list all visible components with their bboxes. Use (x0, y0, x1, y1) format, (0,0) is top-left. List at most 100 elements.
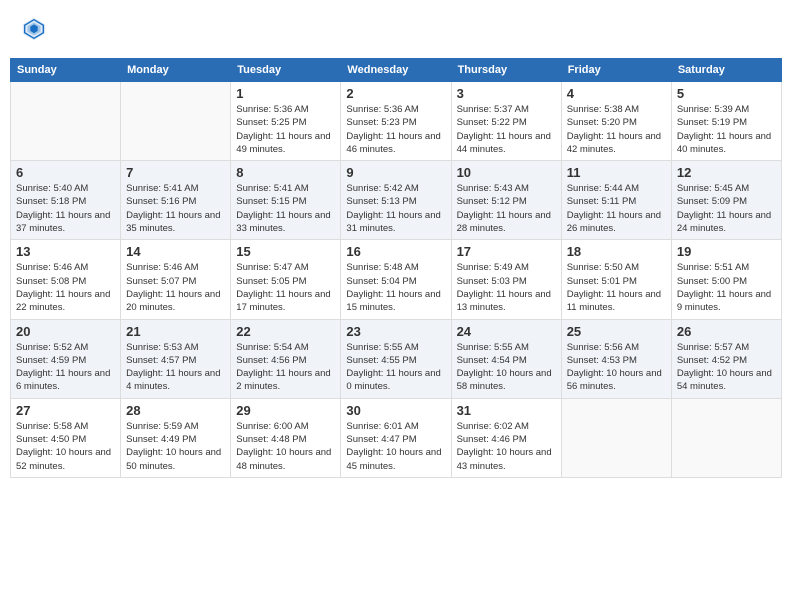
day-info: Sunrise: 5:41 AM Sunset: 5:15 PM Dayligh… (236, 182, 335, 235)
calendar-cell: 28 Sunrise: 5:59 AM Sunset: 4:49 PM Dayli… (121, 398, 231, 477)
day-info: Sunrise: 5:42 AM Sunset: 5:13 PM Dayligh… (346, 182, 445, 235)
day-info: Sunrise: 5:48 AM Sunset: 5:04 PM Dayligh… (346, 261, 445, 314)
day-info: Sunrise: 5:53 AM Sunset: 4:57 PM Dayligh… (126, 341, 225, 394)
calendar-cell: 13 Sunrise: 5:46 AM Sunset: 5:08 PM Dayli… (11, 240, 121, 319)
day-number: 9 (346, 165, 445, 180)
day-info: Sunrise: 5:55 AM Sunset: 4:54 PM Dayligh… (457, 341, 556, 394)
day-number: 24 (457, 324, 556, 339)
day-info: Sunrise: 5:41 AM Sunset: 5:16 PM Dayligh… (126, 182, 225, 235)
calendar-cell: 8 Sunrise: 5:41 AM Sunset: 5:15 PM Daylig… (231, 161, 341, 240)
day-info: Sunrise: 5:49 AM Sunset: 5:03 PM Dayligh… (457, 261, 556, 314)
calendar-cell: 18 Sunrise: 5:50 AM Sunset: 5:01 PM Dayli… (561, 240, 671, 319)
day-info: Sunrise: 5:51 AM Sunset: 5:00 PM Dayligh… (677, 261, 776, 314)
day-info: Sunrise: 5:50 AM Sunset: 5:01 PM Dayligh… (567, 261, 666, 314)
day-number: 6 (16, 165, 115, 180)
calendar-cell: 25Sunrise: 5:56 AM Sunset: 4:53 PM Dayli… (561, 319, 671, 398)
calendar-cell: 7 Sunrise: 5:41 AM Sunset: 5:16 PM Daylig… (121, 161, 231, 240)
calendar-week-row: 13 Sunrise: 5:46 AM Sunset: 5:08 PM Dayli… (11, 240, 782, 319)
calendar-cell: 4 Sunrise: 5:38 AM Sunset: 5:20 PM Daylig… (561, 82, 671, 161)
calendar-cell: 30Sunrise: 6:01 AM Sunset: 4:47 PM Dayli… (341, 398, 451, 477)
calendar-cell: 24 Sunrise: 5:55 AM Sunset: 4:54 PM Dayli… (451, 319, 561, 398)
day-number: 10 (457, 165, 556, 180)
calendar-cell: 23 Sunrise: 5:55 AM Sunset: 4:55 PM Dayli… (341, 319, 451, 398)
calendar-cell: 2 Sunrise: 5:36 AM Sunset: 5:23 PM Daylig… (341, 82, 451, 161)
day-number: 28 (126, 403, 225, 418)
weekday-header: Friday (561, 59, 671, 82)
calendar-cell (11, 82, 121, 161)
calendar-week-row: 1Sunrise: 5:36 AM Sunset: 5:25 PM Daylig… (11, 82, 782, 161)
calendar-week-row: 20 Sunrise: 5:52 AM Sunset: 4:59 PM Dayli… (11, 319, 782, 398)
day-number: 11 (567, 165, 666, 180)
day-info: Sunrise: 6:02 AM Sunset: 4:46 PM Dayligh… (457, 420, 556, 473)
day-info: Sunrise: 5:45 AM Sunset: 5:09 PM Dayligh… (677, 182, 776, 235)
day-info: Sunrise: 5:57 AM Sunset: 4:52 PM Dayligh… (677, 341, 776, 394)
day-info: Sunrise: 5:47 AM Sunset: 5:05 PM Dayligh… (236, 261, 335, 314)
day-number: 22 (236, 324, 335, 339)
calendar-cell: 15 Sunrise: 5:47 AM Sunset: 5:05 PM Dayli… (231, 240, 341, 319)
day-number: 1 (236, 86, 335, 101)
calendar-cell: 10 Sunrise: 5:43 AM Sunset: 5:12 PM Dayli… (451, 161, 561, 240)
logo-icon (20, 15, 48, 43)
calendar-cell: 19Sunrise: 5:51 AM Sunset: 5:00 PM Dayli… (671, 240, 781, 319)
calendar-cell: 27Sunrise: 5:58 AM Sunset: 4:50 PM Dayli… (11, 398, 121, 477)
logo (20, 15, 50, 43)
day-number: 26 (677, 324, 776, 339)
weekday-header: Wednesday (341, 59, 451, 82)
day-number: 13 (16, 244, 115, 259)
day-info: Sunrise: 6:00 AM Sunset: 4:48 PM Dayligh… (236, 420, 335, 473)
calendar-week-row: 6 Sunrise: 5:40 AM Sunset: 5:18 PM Daylig… (11, 161, 782, 240)
day-number: 16 (346, 244, 445, 259)
calendar-cell: 14 Sunrise: 5:46 AM Sunset: 5:07 PM Dayli… (121, 240, 231, 319)
day-number: 18 (567, 244, 666, 259)
day-number: 7 (126, 165, 225, 180)
day-info: Sunrise: 5:59 AM Sunset: 4:49 PM Dayligh… (126, 420, 225, 473)
calendar-header-row: SundayMondayTuesdayWednesdayThursdayFrid… (11, 59, 782, 82)
calendar-cell (121, 82, 231, 161)
day-info: Sunrise: 5:58 AM Sunset: 4:50 PM Dayligh… (16, 420, 115, 473)
day-number: 25 (567, 324, 666, 339)
day-number: 3 (457, 86, 556, 101)
day-info: Sunrise: 5:44 AM Sunset: 5:11 PM Dayligh… (567, 182, 666, 235)
page-header (10, 10, 782, 48)
day-info: Sunrise: 5:36 AM Sunset: 5:23 PM Dayligh… (346, 103, 445, 156)
day-info: Sunrise: 5:46 AM Sunset: 5:08 PM Dayligh… (16, 261, 115, 314)
day-number: 15 (236, 244, 335, 259)
day-number: 23 (346, 324, 445, 339)
day-number: 31 (457, 403, 556, 418)
calendar-cell: 3 Sunrise: 5:37 AM Sunset: 5:22 PM Daylig… (451, 82, 561, 161)
calendar-cell: 1Sunrise: 5:36 AM Sunset: 5:25 PM Daylig… (231, 82, 341, 161)
weekday-header: Sunday (11, 59, 121, 82)
calendar-cell: 16 Sunrise: 5:48 AM Sunset: 5:04 PM Dayli… (341, 240, 451, 319)
day-info: Sunrise: 5:38 AM Sunset: 5:20 PM Dayligh… (567, 103, 666, 156)
day-info: Sunrise: 6:01 AM Sunset: 4:47 PM Dayligh… (346, 420, 445, 473)
day-info: Sunrise: 5:37 AM Sunset: 5:22 PM Dayligh… (457, 103, 556, 156)
weekday-header: Monday (121, 59, 231, 82)
calendar-cell: 21Sunrise: 5:53 AM Sunset: 4:57 PM Dayli… (121, 319, 231, 398)
day-number: 20 (16, 324, 115, 339)
day-number: 2 (346, 86, 445, 101)
day-number: 5 (677, 86, 776, 101)
calendar-cell: 20 Sunrise: 5:52 AM Sunset: 4:59 PM Dayli… (11, 319, 121, 398)
calendar-cell: 31 Sunrise: 6:02 AM Sunset: 4:46 PM Dayli… (451, 398, 561, 477)
day-number: 14 (126, 244, 225, 259)
calendar-cell: 29Sunrise: 6:00 AM Sunset: 4:48 PM Dayli… (231, 398, 341, 477)
calendar-table: SundayMondayTuesdayWednesdayThursdayFrid… (10, 58, 782, 478)
day-info: Sunrise: 5:46 AM Sunset: 5:07 PM Dayligh… (126, 261, 225, 314)
day-number: 8 (236, 165, 335, 180)
weekday-header: Tuesday (231, 59, 341, 82)
calendar-cell: 5Sunrise: 5:39 AM Sunset: 5:19 PM Daylig… (671, 82, 781, 161)
day-info: Sunrise: 5:55 AM Sunset: 4:55 PM Dayligh… (346, 341, 445, 394)
calendar-cell: 9 Sunrise: 5:42 AM Sunset: 5:13 PM Daylig… (341, 161, 451, 240)
calendar-cell: 6 Sunrise: 5:40 AM Sunset: 5:18 PM Daylig… (11, 161, 121, 240)
calendar-week-row: 27Sunrise: 5:58 AM Sunset: 4:50 PM Dayli… (11, 398, 782, 477)
calendar-cell: 11 Sunrise: 5:44 AM Sunset: 5:11 PM Dayli… (561, 161, 671, 240)
day-info: Sunrise: 5:40 AM Sunset: 5:18 PM Dayligh… (16, 182, 115, 235)
day-info: Sunrise: 5:52 AM Sunset: 4:59 PM Dayligh… (16, 341, 115, 394)
day-number: 4 (567, 86, 666, 101)
calendar-cell (561, 398, 671, 477)
day-number: 17 (457, 244, 556, 259)
day-info: Sunrise: 5:43 AM Sunset: 5:12 PM Dayligh… (457, 182, 556, 235)
day-info: Sunrise: 5:54 AM Sunset: 4:56 PM Dayligh… (236, 341, 335, 394)
day-number: 12 (677, 165, 776, 180)
calendar-cell: 12 Sunrise: 5:45 AM Sunset: 5:09 PM Dayli… (671, 161, 781, 240)
